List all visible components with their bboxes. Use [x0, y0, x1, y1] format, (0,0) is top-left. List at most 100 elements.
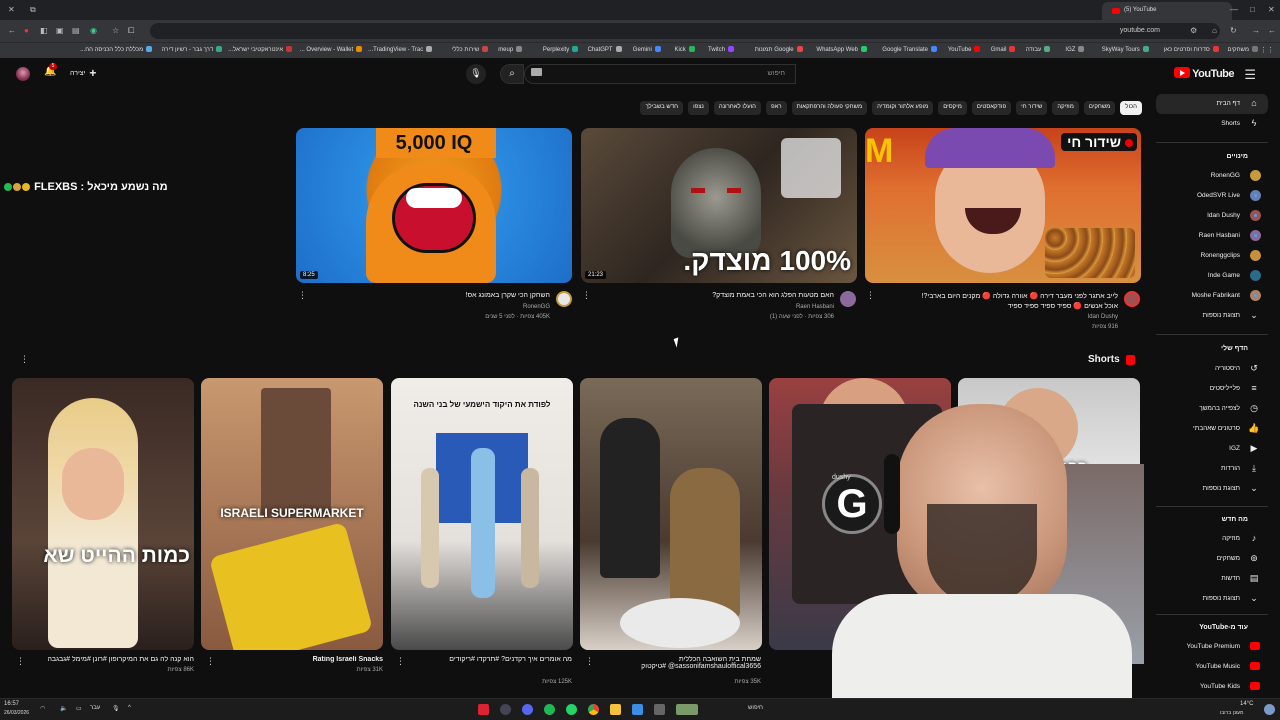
close-window-icon[interactable]: ✕ — [8, 5, 15, 14]
bookmark-item[interactable]: TradingView - Trac... — [368, 46, 433, 53]
search-button[interactable]: ⌕ — [500, 64, 524, 84]
sidebar-item[interactable]: ϟ Shorts — [1156, 114, 1268, 134]
bookmark-item[interactable]: משחקים — [1228, 46, 1258, 53]
subscriptions-heading[interactable]: מינויים — [1156, 153, 1268, 160]
bookmark-item[interactable]: Kick — [674, 46, 695, 53]
channel-name[interactable]: Raen Hasbani — [596, 304, 834, 310]
maximize-icon[interactable]: □ — [1250, 5, 1255, 14]
youtube-logo[interactable]: YouTube — [1174, 67, 1234, 80]
forward-icon[interactable]: → — [1252, 26, 1260, 35]
video-thumbnail[interactable]: 5,000 IQ 8:25 — [296, 128, 572, 283]
sidebar-item[interactable]: ◷ לצפייה בהמשך — [1156, 399, 1268, 419]
back-icon[interactable]: ← — [8, 26, 16, 35]
sidebar-item[interactable]: ♪ מוזיקה — [1156, 529, 1268, 549]
bookmark-item[interactable]: Google Translate — [882, 46, 937, 53]
bookmark-item[interactable]: Twitch — [708, 46, 734, 53]
filter-chip[interactable]: הכול — [1120, 101, 1142, 115]
obs-icon[interactable] — [500, 704, 511, 715]
bookmark-item[interactable]: SkyWay Tours — [1102, 46, 1149, 53]
sidebar-item[interactable]: ↺ היסטוריה — [1156, 359, 1268, 379]
sidebar-item[interactable]: Idan Dushy — [1156, 206, 1268, 226]
tab-search-icon[interactable]: ⧉ — [30, 5, 36, 15]
sidebar-item[interactable]: ⊚ משחקים — [1156, 549, 1268, 569]
chrome-icon[interactable] — [588, 704, 599, 715]
video-title[interactable]: השחקן הכי שקרן באמונג אס! — [310, 292, 550, 299]
shorts-more-icon[interactable]: ⋮ — [20, 354, 29, 365]
tab-youtube[interactable]: (5) YouTube — [1102, 2, 1232, 20]
file-explorer-icon[interactable] — [610, 704, 621, 715]
sidebar-item[interactable]: Moshe Fabrikant — [1156, 286, 1268, 306]
create-button[interactable]: יצירה + — [70, 66, 96, 80]
video-thumbnail[interactable]: 100% מוצדק. 21:23 — [581, 128, 857, 283]
short-thumbnail[interactable]: כמות ההייט שא — [12, 378, 194, 650]
back-nav-icon[interactable]: ← — [1268, 26, 1276, 35]
search-input[interactable]: חיפוש — [524, 64, 796, 84]
bookmark-item[interactable]: דרך גבר - רשיון דירה — [162, 46, 223, 53]
url-field[interactable]: youtube.com — [150, 23, 1220, 39]
account-avatar[interactable] — [16, 67, 30, 81]
sidebar-item[interactable]: ▶ IGZ — [1156, 439, 1268, 459]
sidebar-item[interactable]: YouTube Music — [1156, 657, 1268, 677]
extension-icon[interactable]: ◧ — [40, 26, 48, 35]
app-icon[interactable] — [654, 704, 665, 715]
explore-heading[interactable]: מה חדש — [1156, 516, 1268, 523]
reload-icon[interactable]: ↻ — [1230, 26, 1237, 35]
sidebar-item[interactable]: ⌄ תצוגת נוספות — [1156, 479, 1268, 499]
channel-avatar[interactable] — [840, 291, 856, 307]
bookmark-item[interactable]: סדרות וסרטים כאן — [1164, 46, 1219, 53]
tune-icon[interactable]: ⚙ — [1190, 26, 1197, 35]
sidebar-item[interactable]: YouTube Premium — [1156, 637, 1268, 657]
tray-expand-icon[interactable]: ^ — [128, 705, 131, 711]
channel-avatar[interactable] — [556, 291, 572, 307]
weather-icon[interactable] — [1264, 704, 1275, 715]
more-options-icon[interactable]: ⋮ — [866, 290, 875, 301]
filter-chip[interactable]: הועלו לאחרונה — [713, 101, 761, 115]
sidebar-item[interactable]: OdedSVR Live — [1156, 186, 1268, 206]
sidebar-item[interactable]: 👍 סרטונים שאהבתי — [1156, 419, 1268, 439]
discord-icon[interactable] — [522, 704, 533, 715]
bookmark-item[interactable]: אינטראקטיבי ישראל... — [228, 46, 293, 53]
channel-avatar[interactable] — [1124, 291, 1140, 307]
filter-chip[interactable]: מופע אלתור וקומדיה — [872, 101, 934, 115]
sidebar-item[interactable]: YouTube Kids — [1156, 677, 1268, 697]
bookmark-item[interactable]: Perplexity — [543, 46, 579, 53]
bookmark-item[interactable]: Gemini — [633, 46, 661, 53]
sidebar-item[interactable]: RonenGG — [1156, 166, 1268, 186]
short-thumbnail[interactable]: לפודת את היקוד הישמעי של בני השנה — [391, 378, 573, 650]
filter-chip[interactable]: נצפו — [688, 101, 709, 115]
volume-icon[interactable]: 🔈 — [60, 705, 67, 712]
video-title[interactable]: האם מטעות הפלג הוא הכי באמת מוצדק? — [596, 292, 834, 299]
sidebar-item[interactable]: ▤ חדשות — [1156, 569, 1268, 589]
spotify-icon[interactable] — [544, 704, 555, 715]
close-icon[interactable]: ✕ — [1268, 5, 1275, 14]
filter-chip[interactable]: חדש בשבילך — [640, 101, 684, 115]
short-title[interactable]: Rating Israeli Snacks — [219, 656, 383, 663]
bookmark-item[interactable]: WhatsApp Web — [816, 46, 867, 53]
keyboard-icon[interactable] — [531, 68, 542, 76]
short-title[interactable]: מה אומרים איך רקדנים? #תרקדו #ריקודים — [408, 656, 572, 676]
bookmark-item[interactable]: עבודה — [1026, 46, 1051, 53]
bookmark-star-icon[interactable]: ☆ — [112, 26, 119, 35]
filter-chip[interactable]: משחקים — [1083, 101, 1116, 115]
sidebar-item[interactable]: Ronenggclips — [1156, 246, 1268, 266]
extension-icon[interactable]: ● — [24, 26, 29, 35]
sidebar-item[interactable]: ⌄ תצוגת נוספות — [1156, 589, 1268, 609]
sidebar-item[interactable]: Raen Hasbani — [1156, 226, 1268, 246]
filter-chip[interactable]: שידור חי — [1016, 101, 1048, 115]
filter-chip[interactable]: משחקי פעולה והרפתקאות — [791, 101, 868, 115]
filter-chip[interactable]: פודקאסטים — [971, 101, 1012, 115]
bookmark-item[interactable]: IGZ — [1065, 46, 1085, 53]
extension-icon[interactable]: ▣ — [56, 26, 64, 35]
bookmark-item[interactable]: שירות כללי — [452, 46, 489, 53]
more-options-icon[interactable]: ⋮ — [16, 656, 25, 667]
bookmark-item[interactable]: YouTube — [948, 46, 981, 53]
whatsapp-icon[interactable] — [566, 704, 577, 715]
menu-icon[interactable]: ☰ — [1244, 67, 1256, 83]
extension-icon[interactable]: ◉ — [90, 26, 97, 35]
screen-icon[interactable]: ▭ — [76, 705, 82, 712]
short-title[interactable]: שמחת בית השואבה הכללית sassonifamshaulof… — [597, 656, 761, 676]
bookmark-item[interactable]: Gmail — [991, 46, 1016, 53]
input-language[interactable]: עבר — [90, 705, 100, 711]
sidebar-item[interactable]: ⌂ דף הבית — [1156, 94, 1268, 114]
sidebar-item[interactable]: ⌄ תצוגת נוספות — [1156, 306, 1268, 326]
